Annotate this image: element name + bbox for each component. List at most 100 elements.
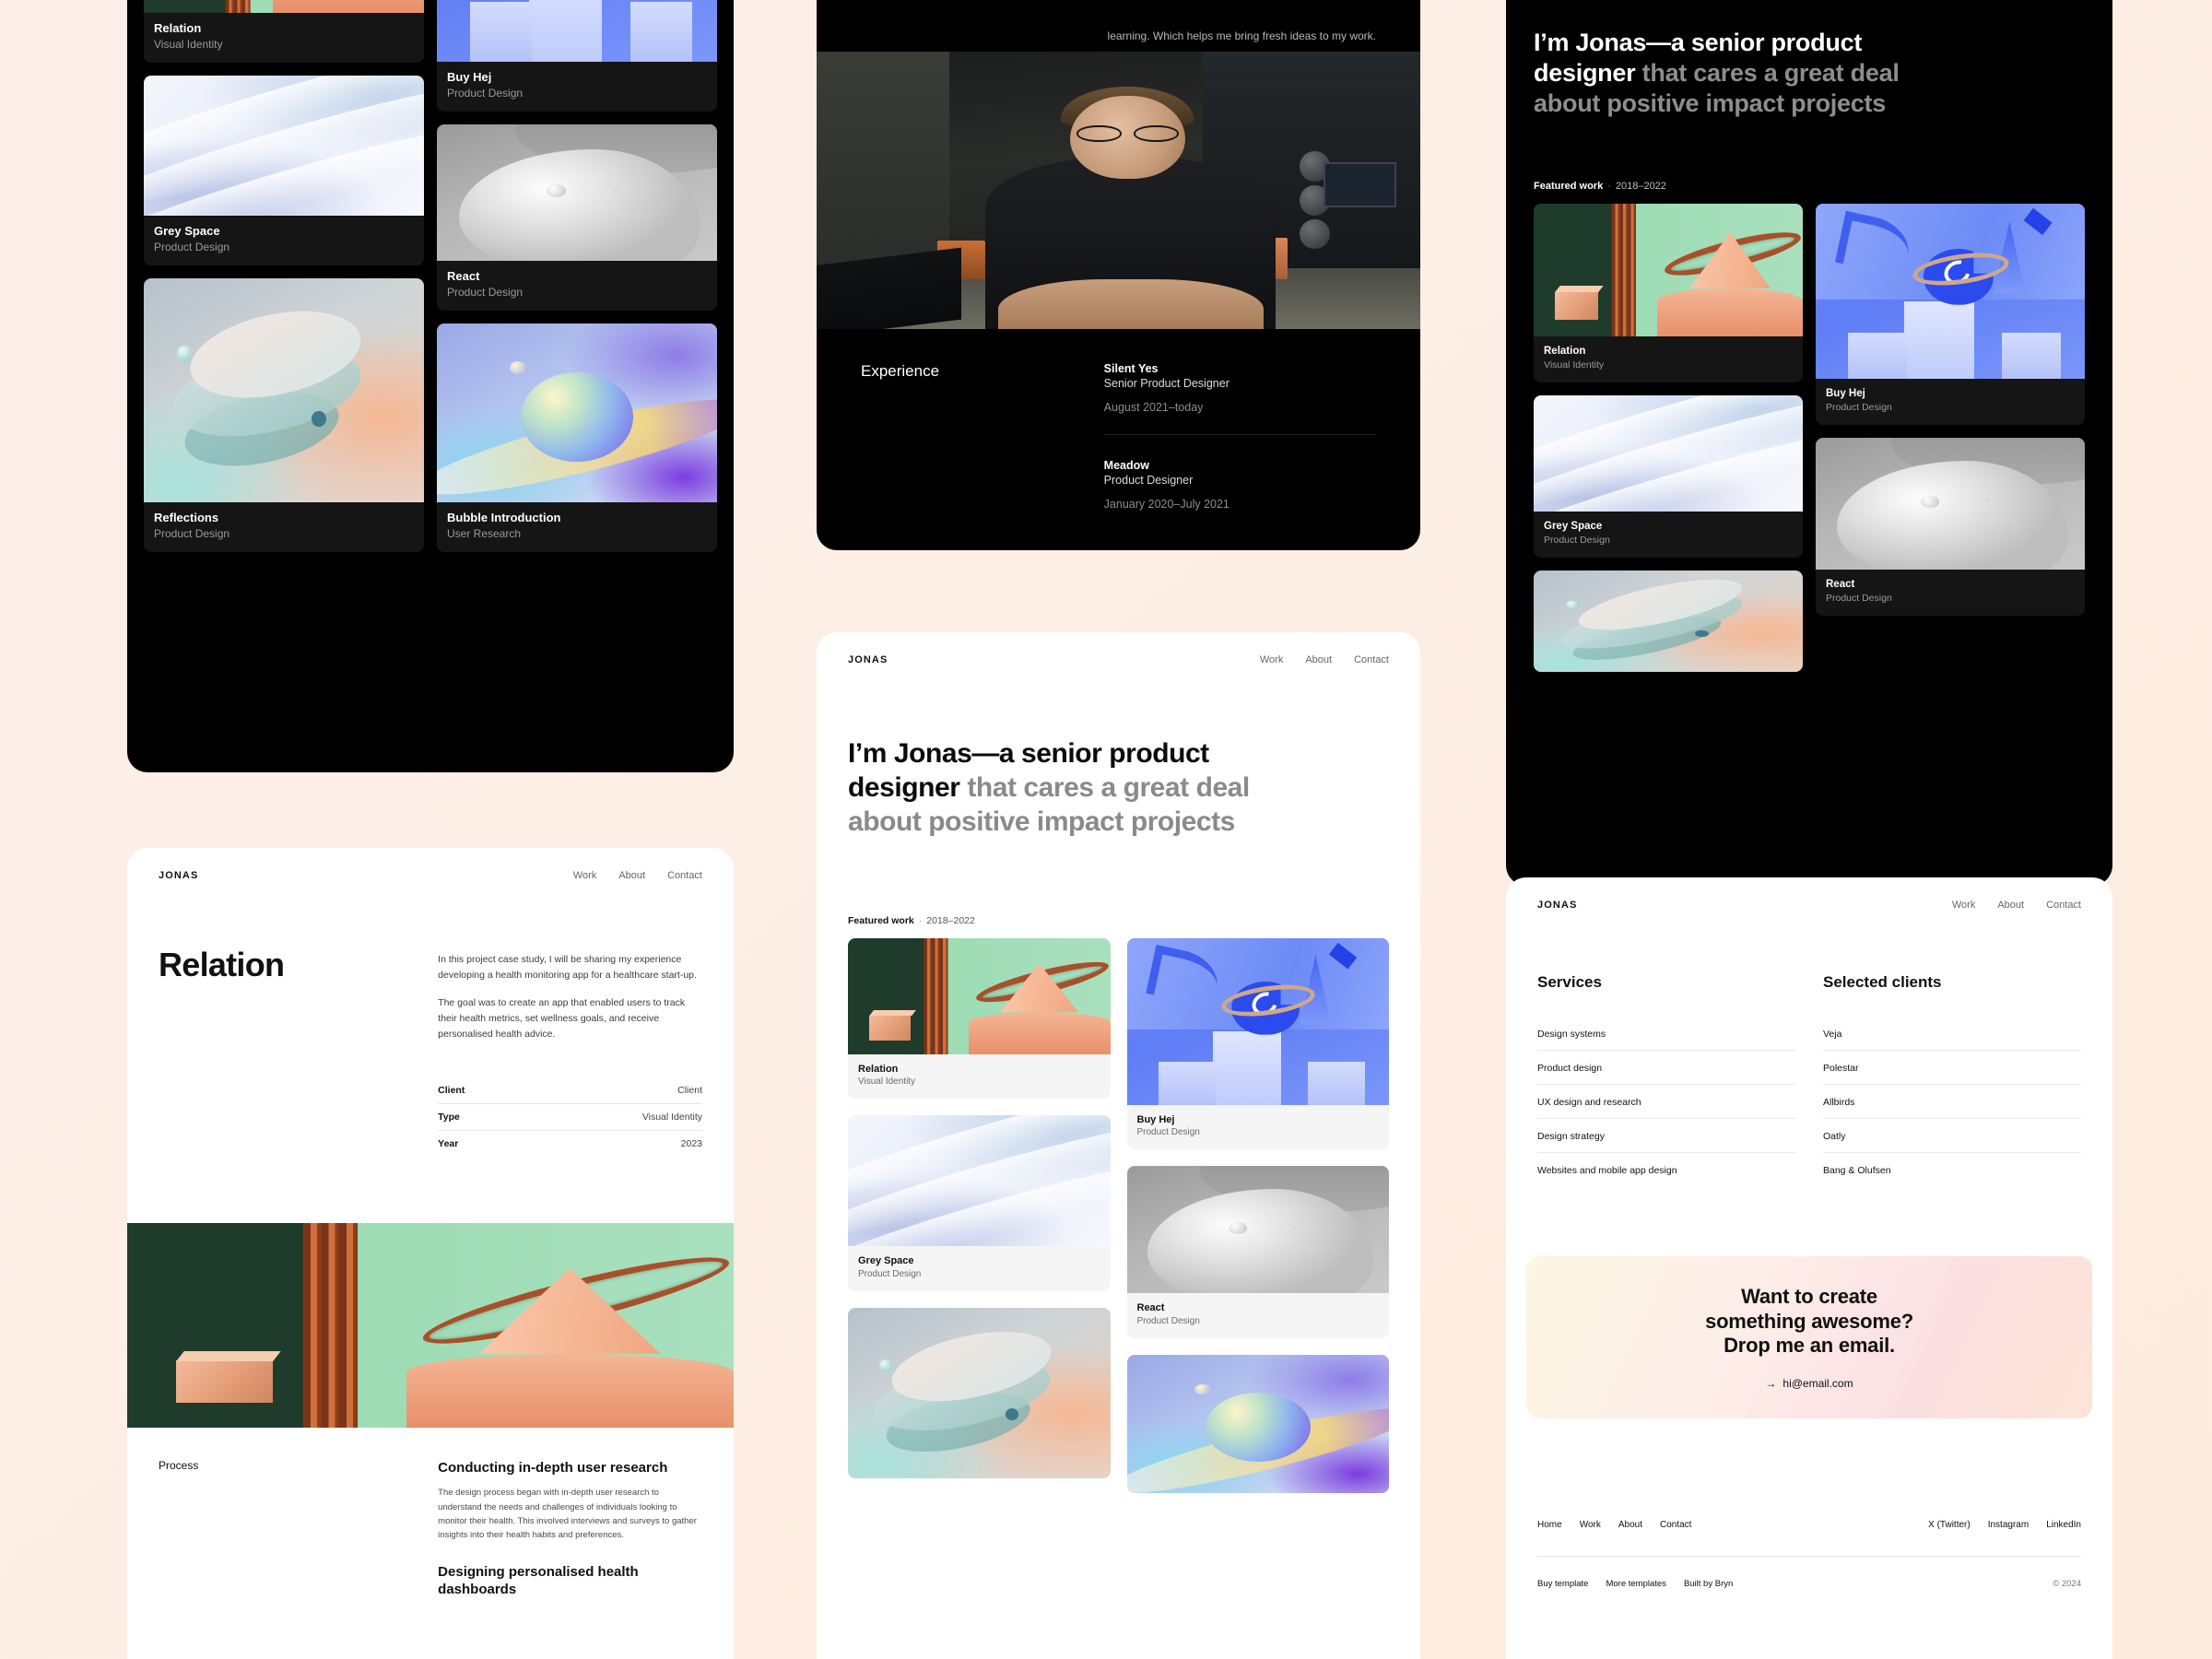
- project-thumbnail: [1816, 203, 2085, 379]
- project-card[interactable]: [1126, 1355, 1389, 1494]
- service-label: Design systems: [1537, 1029, 1606, 1040]
- featured-work-label: Featured work: [848, 914, 914, 926]
- project-thumbnail: [1126, 1166, 1389, 1294]
- nav-link-contact[interactable]: Contact: [2046, 900, 2081, 911]
- panel-case-study: JONAS Work About Contact Relation In thi…: [127, 848, 734, 1659]
- navbar: JONAS Work About Contact: [1506, 877, 2112, 911]
- client-item[interactable]: Allbirds: [1823, 1085, 2081, 1119]
- project-thumbnail: [437, 324, 717, 503]
- fact-value: Visual Identity: [641, 1112, 702, 1123]
- project-thumbnail: [848, 937, 1111, 1054]
- project-thumbnail: [1534, 203, 1803, 336]
- service-item[interactable]: Design systems: [1537, 1017, 1795, 1051]
- project-card[interactable]: Relation Visual Identity: [144, 0, 424, 64]
- project-card[interactable]: Grey Space Product Design: [848, 1115, 1111, 1292]
- footer-link-contact[interactable]: Contact: [1660, 1520, 1691, 1530]
- project-card[interactable]: Relation Visual Identity: [848, 937, 1111, 1100]
- fact-label: Year: [438, 1138, 459, 1149]
- service-item[interactable]: UX design and research: [1537, 1085, 1795, 1119]
- nav-link-work[interactable]: Work: [1952, 900, 1975, 911]
- brand-logo[interactable]: JONAS: [1537, 900, 1577, 911]
- fact-label: Client: [438, 1085, 465, 1096]
- project-card[interactable]: [1534, 570, 1803, 672]
- project-category: Visual Identity: [154, 37, 223, 51]
- bio-tail-text: learning. Which helps me bring fresh ide…: [1107, 29, 1376, 42]
- footer-more-templates[interactable]: More templates: [1606, 1579, 1665, 1589]
- footer-built-by[interactable]: Built by Bryn: [1684, 1579, 1733, 1589]
- social-link-instagram[interactable]: Instagram: [1988, 1520, 2029, 1530]
- client-label: Oatly: [1823, 1131, 1846, 1142]
- project-thumbnail: [848, 1308, 1111, 1479]
- panel-dark-hero: I’m Jonas—a senior product designer that…: [1506, 0, 2112, 886]
- project-card[interactable]: React Product Design: [1816, 437, 2085, 616]
- cta-headline: Want to create something awesome? Drop m…: [1705, 1285, 1913, 1359]
- brand-logo[interactable]: JONAS: [159, 870, 198, 881]
- process-step-body: The design process began with in-depth u…: [438, 1488, 697, 1541]
- project-thumbnail: [144, 0, 424, 13]
- client-label: Allbirds: [1823, 1097, 1855, 1108]
- project-card[interactable]: Bubble Introduction User Research: [437, 324, 717, 553]
- project-category: Product Design: [1826, 592, 1892, 604]
- social-link-x[interactable]: X (Twitter): [1928, 1520, 1971, 1530]
- project-category: Visual Identity: [858, 1076, 916, 1087]
- service-label: Websites and mobile app design: [1537, 1165, 1677, 1176]
- client-item[interactable]: Oatly: [1823, 1119, 2081, 1153]
- cta-line-3: Drop me an email.: [1724, 1334, 1895, 1358]
- social-link-linkedin[interactable]: LinkedIn: [2046, 1520, 2081, 1530]
- client-label: Veja: [1823, 1029, 1842, 1040]
- project-card[interactable]: React Product Design: [1126, 1166, 1389, 1339]
- hero-line-3: about positive impact projects: [1534, 89, 1886, 118]
- experience-heading: Experience: [861, 362, 940, 380]
- nav-link-about[interactable]: About: [1305, 654, 1332, 665]
- client-item[interactable]: Veja: [1823, 1017, 2081, 1051]
- divider: [1103, 434, 1376, 435]
- project-card[interactable]: Reflections Product Design: [144, 278, 424, 553]
- project-card[interactable]: React Product Design: [437, 124, 717, 312]
- service-item[interactable]: Design strategy: [1537, 1119, 1795, 1153]
- footer-link-home[interactable]: Home: [1537, 1520, 1562, 1530]
- experience-item: Silent Yes Senior Product Designer Augus…: [1104, 362, 1376, 414]
- nav-link-contact[interactable]: Contact: [1354, 654, 1389, 665]
- fact-row: Type Visual Identity: [438, 1104, 702, 1131]
- hero-line-2-strong: designer: [848, 771, 960, 803]
- footer-divider: [1537, 1556, 2081, 1557]
- hero-headline: I’m Jonas—a senior product designer that…: [1534, 28, 2085, 120]
- experience-dates: January 2020–July 2021: [1103, 498, 1230, 511]
- clients-heading: Selected clients: [1823, 973, 1942, 991]
- project-card[interactable]: Buy Hej Product Design: [437, 0, 717, 112]
- project-thumbnail: [437, 0, 717, 62]
- cta-email-link[interactable]: hi@email.com: [1783, 1377, 1853, 1390]
- project-card[interactable]: Grey Space Product Design: [144, 76, 424, 266]
- project-card[interactable]: Buy Hej Product Design: [1816, 203, 2085, 425]
- project-thumbnail: [1126, 1355, 1389, 1494]
- project-category: Product Design: [447, 86, 524, 100]
- nav-link-work[interactable]: Work: [573, 870, 596, 881]
- footer-link-about[interactable]: About: [1618, 1520, 1642, 1530]
- case-study-hero-image: [127, 1223, 734, 1428]
- brand-logo[interactable]: JONAS: [848, 654, 888, 665]
- process-heading: Process: [159, 1459, 199, 1472]
- project-category: Product Design: [1136, 1126, 1200, 1137]
- project-card[interactable]: Buy Hej Product Design: [1126, 937, 1389, 1150]
- footer-link-work[interactable]: Work: [1580, 1520, 1601, 1530]
- project-thumbnail: [144, 278, 424, 503]
- service-item[interactable]: Product design: [1537, 1051, 1795, 1085]
- footer-buy-template[interactable]: Buy template: [1537, 1579, 1588, 1589]
- project-card[interactable]: [848, 1308, 1111, 1479]
- fact-value: Client: [677, 1085, 702, 1096]
- panel-dark-work-grid: Relation Visual Identity Grey Space Prod…: [127, 0, 734, 772]
- client-item[interactable]: Bang & Olufsen: [1823, 1153, 2081, 1186]
- experience-role: Senior Product Designer: [1103, 377, 1230, 390]
- cta-block: Want to create something awesome? Drop m…: [1526, 1256, 2092, 1418]
- case-study-intro-2: The goal was to create an app that enabl…: [438, 997, 686, 1040]
- nav-link-work[interactable]: Work: [1260, 654, 1283, 665]
- nav-link-contact[interactable]: Contact: [667, 870, 702, 881]
- service-item[interactable]: Websites and mobile app design: [1537, 1153, 1795, 1186]
- nav-link-about[interactable]: About: [1997, 900, 2024, 911]
- panel-about-experience: learning. Which helps me bring fresh ide…: [817, 0, 1420, 550]
- project-card[interactable]: Relation Visual Identity: [1534, 203, 1803, 382]
- project-title: Relation: [858, 1063, 899, 1075]
- client-item[interactable]: Polestar: [1823, 1051, 2081, 1085]
- project-card[interactable]: Grey Space Product Design: [1534, 394, 1803, 558]
- nav-link-about[interactable]: About: [618, 870, 645, 881]
